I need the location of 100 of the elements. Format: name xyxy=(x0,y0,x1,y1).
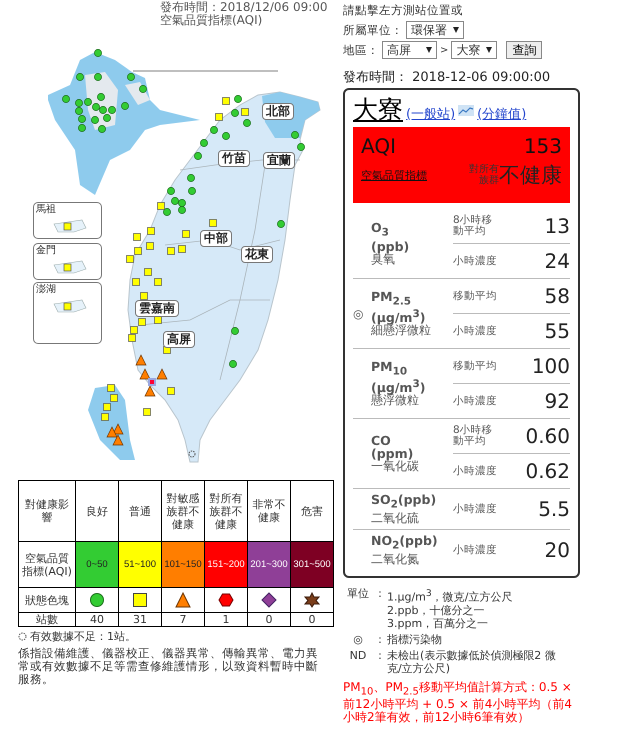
group-text: 對所有族群 xyxy=(468,164,499,186)
minute-value-link[interactable]: (分鐘值) xyxy=(477,105,526,123)
reading-value: 24 xyxy=(544,249,570,273)
reading-label: 小時濃度 xyxy=(453,466,498,476)
table-cell: 1 xyxy=(204,612,248,626)
table-header: 對健康影響 xyxy=(18,480,76,542)
reading-label: 小時濃度 xyxy=(453,256,498,266)
range-cell: 201~300 xyxy=(248,542,290,588)
publish-time: 發布時間： 2018-12-06 09:00:00 xyxy=(343,69,552,87)
maintenance-icon xyxy=(18,632,27,641)
reading-value: 55 xyxy=(544,319,570,343)
prompt-text: 請點擊左方測站位置或 xyxy=(343,2,463,18)
pollutant-chinese-name: 細懸浮微粒 xyxy=(371,324,431,338)
reading-label: 小時濃度 xyxy=(453,504,498,514)
range-cell: 151~200 xyxy=(204,542,248,588)
colon-text: : xyxy=(377,648,383,664)
unit-text: 未檢出(表示數據低於偵測極限2 微克/立方公尺) xyxy=(387,648,557,675)
reading-value: 100 xyxy=(532,354,570,378)
formula-text: PM$_{10}$、PM$_{2.5}$移動平均值計算方式：0.5 × 前12小時平均 + 0.5 × 前4小時平均（前4小時2筆有效，前12小時6筆有效） xyxy=(343,680,573,724)
unit-text: 1.μg/m$^{3}$，微克/立方公尺 xyxy=(387,587,514,604)
inset-label: 馬祖 xyxy=(35,203,57,216)
pollutant-chinese-name: 懸浮微粒 xyxy=(371,394,420,408)
reading-label: 移動平均 xyxy=(453,290,498,302)
region-label[interactable]: 花東 xyxy=(241,246,273,263)
legend-key: ND xyxy=(343,648,373,675)
table-cell: 40 xyxy=(76,612,118,626)
region-label[interactable]: 雲嘉南 xyxy=(135,300,179,317)
reading-label: 小時濃度 xyxy=(453,396,498,406)
pollutant-chinese-name: 一氧化碳 xyxy=(371,460,419,473)
reading-label: 小時濃度 xyxy=(453,326,498,336)
note-text: 有效數據不足：1站。 xyxy=(30,629,136,644)
colon-text: : xyxy=(377,632,383,646)
pollutant-unit: (ppm) xyxy=(371,447,414,460)
indicator-mark: ◎ xyxy=(353,306,364,320)
city-area xyxy=(125,82,150,105)
publish-time: 發布時間：2018/12/06 09:00 xyxy=(160,1,329,14)
reading-value: 13 xyxy=(544,214,570,238)
note-text: 係指設備維護、儀器校正、儀器異常、傳輸異常、電力異常或有效數據不足等需查修維護情形，以致資料暫時中斷服務。 xyxy=(18,647,319,686)
pollutant-name: CO xyxy=(371,434,392,447)
inset-label: 澎湖 xyxy=(35,283,57,296)
aqi-value: 153 xyxy=(524,133,562,159)
legend-key: ◎ xyxy=(343,632,373,646)
aqi-label: AQI xyxy=(361,133,396,159)
table-cell: 0 xyxy=(248,612,290,626)
reading-value: 20 xyxy=(544,538,570,562)
region-label[interactable]: 高屏 xyxy=(163,331,195,348)
pollutant-unit: (ppb) xyxy=(371,240,410,253)
unit-text: 3.ppm，百萬分之一 xyxy=(387,616,490,630)
station-type-link[interactable]: (一般站) xyxy=(406,105,456,123)
reading-label: 8小時移動平均 xyxy=(453,425,494,447)
caret-icon xyxy=(453,27,459,33)
aqi-link[interactable]: 空氣品質指標 xyxy=(361,168,427,182)
reading-value: 0.60 xyxy=(525,424,570,448)
unit-text: 指標污染物 xyxy=(387,632,443,646)
region-label[interactable]: 北部 xyxy=(262,103,294,120)
separator-text: > xyxy=(440,44,448,56)
range-cell: 51~100 xyxy=(118,542,162,588)
reading-value: 58 xyxy=(544,284,570,308)
table-header: 狀態色塊 xyxy=(18,588,76,612)
pollutant-unit: (μg/m$^{3}$) xyxy=(371,378,426,394)
legend-key: 單位 xyxy=(343,587,373,630)
table-cell: 0 xyxy=(290,612,334,626)
status-text: 不健康 xyxy=(499,162,562,189)
unit-text: 2.ppb，十億分之一 xyxy=(387,604,486,617)
inset-panel[interactable]: 澎湖 xyxy=(33,282,102,344)
pollutant-name: PM$_{10}$ xyxy=(371,360,408,378)
table-header: 站數 xyxy=(18,612,76,626)
query-button[interactable]: 查詢 xyxy=(506,41,542,59)
pollutant-chinese-name: 二氧化硫 xyxy=(371,512,420,525)
field-label: 所屬單位： xyxy=(343,22,403,38)
range-cell: 301~500 xyxy=(290,542,334,588)
region-label[interactable]: 竹苗 xyxy=(218,150,250,167)
table-cell: 31 xyxy=(118,612,162,626)
pollutant-name: SO$_{2}$(ppb) xyxy=(371,493,436,512)
reading-label: 移動平均 xyxy=(453,360,498,372)
pollutant-name: NO$_{2}$(ppb) xyxy=(371,534,438,553)
reading-value: 5.5 xyxy=(538,497,570,521)
inset-panel[interactable]: 馬祖 xyxy=(33,202,102,239)
pollutant-name: PM$_{2.5}$ xyxy=(371,290,412,308)
reading-value: 0.62 xyxy=(525,459,570,483)
index-name: 空氣品質指標(AQI) xyxy=(160,14,264,27)
station-name: 大寮 xyxy=(353,94,403,126)
pollutant-chinese-name: 二氧化氮 xyxy=(371,552,420,566)
reading-value: 92 xyxy=(544,389,570,413)
caret-icon xyxy=(426,47,432,53)
region-label[interactable]: 中部 xyxy=(200,230,232,247)
pollutant-name: O$_{3}$ xyxy=(371,221,390,240)
station-select[interactable]: 大寮 xyxy=(451,41,498,59)
range-cell: 101~150 xyxy=(162,542,204,588)
chart-icon[interactable] xyxy=(458,104,474,116)
inset-label: 金門 xyxy=(35,244,57,257)
region-label[interactable]: 宜蘭 xyxy=(263,152,295,169)
colon-text: : xyxy=(377,587,383,602)
field-label: 地區： xyxy=(343,42,379,58)
inset-panel[interactable]: 金門 xyxy=(33,243,102,280)
range-cell: 0~50 xyxy=(76,542,118,588)
pollutant-unit: (μg/m$^{3}$) xyxy=(371,308,426,324)
pollutant-chinese-name: 臭氧 xyxy=(371,252,395,266)
unit-select[interactable]: 環保署 xyxy=(406,21,464,39)
area-select[interactable]: 高屏 xyxy=(382,41,437,59)
